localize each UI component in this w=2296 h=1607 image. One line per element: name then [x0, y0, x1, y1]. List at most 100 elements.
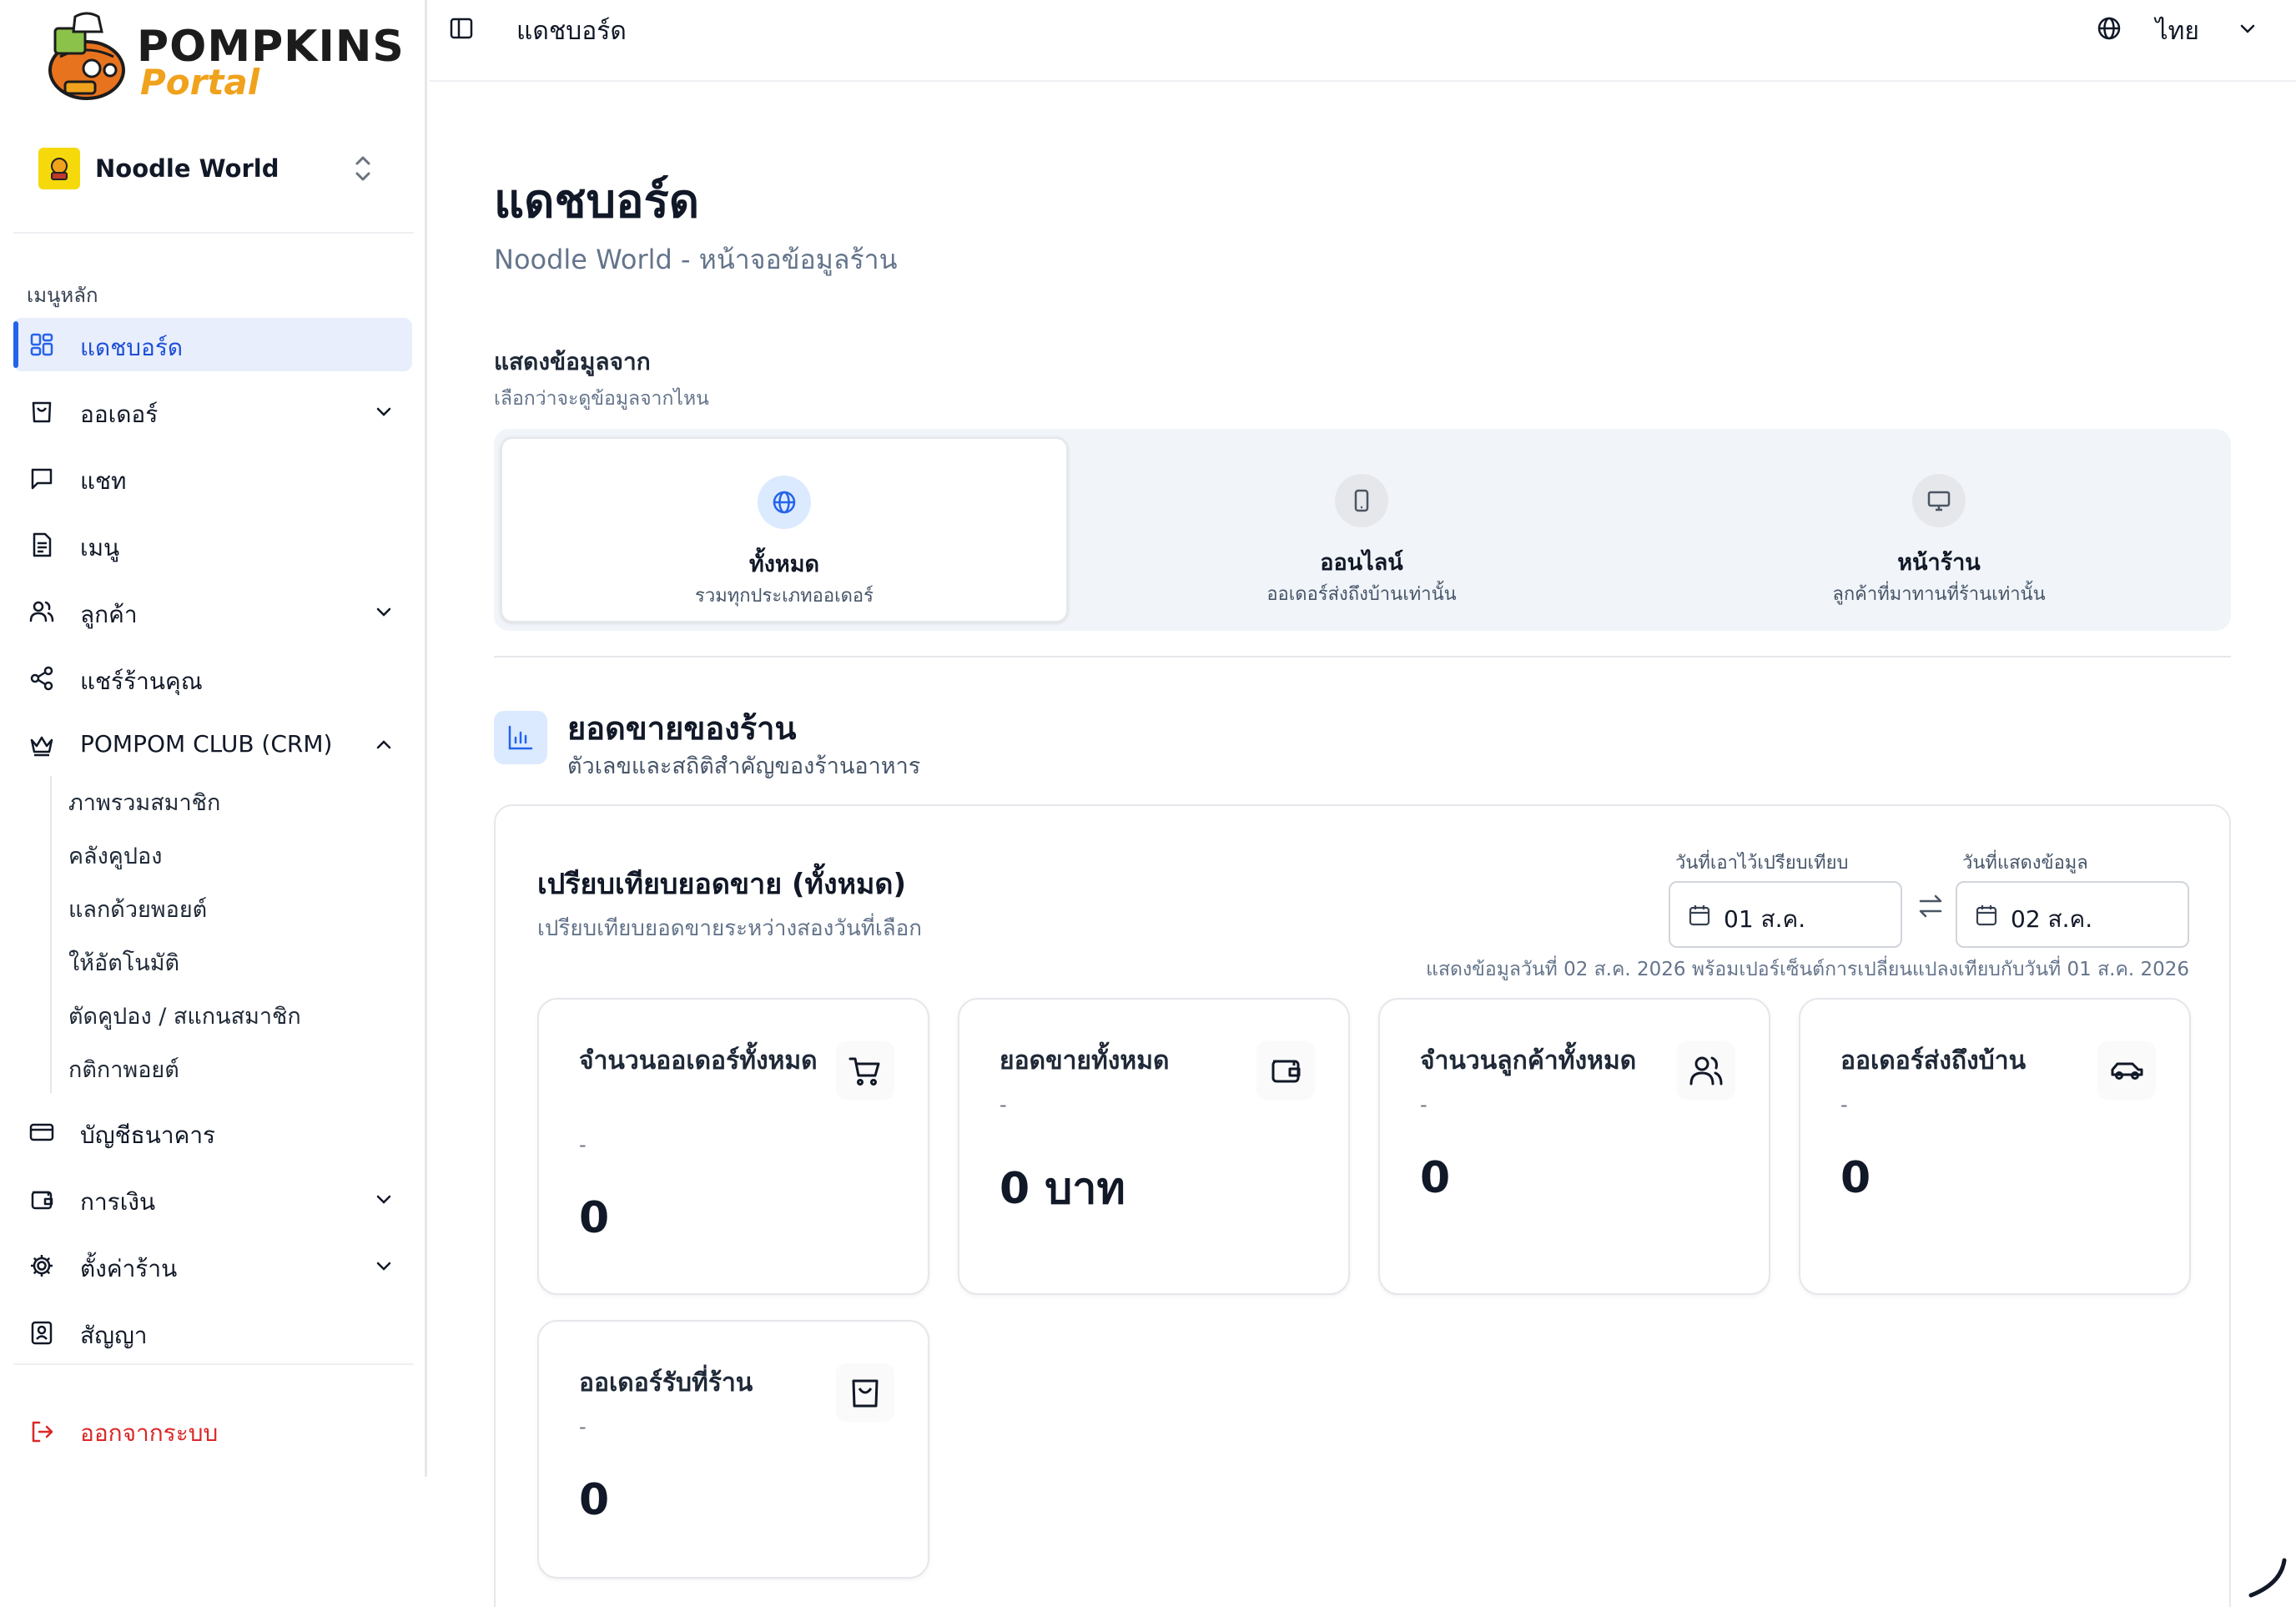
submenu-guide-line [50, 776, 52, 1093]
brand-subtitle: Portal [140, 62, 260, 103]
chevron-down-icon [376, 607, 391, 617]
section-divider [494, 656, 2231, 657]
pumpkin-mascot-icon [48, 12, 125, 100]
sidebar: POMPKINS Portal Noodle World เมนูหลัก แด… [0, 0, 427, 1477]
sidebar-item-bank-account[interactable]: บัญชีธนาคาร [13, 1106, 412, 1159]
calendar-icon [1976, 905, 1997, 926]
sidebar-item-crm[interactable]: POMPOM CLUB (CRM) [13, 718, 412, 772]
data-source-selector: ทั้งหมด รวมทุกประเภทออเดอร์ ออนไลน์ ออเด… [494, 429, 2231, 631]
compare-date-label: วันที่เอาไว้เปรียบเทียบ [1675, 853, 1849, 874]
data-source-option-description: ลูกค้าที่มาทานที่ร้านเท่านั้น [1832, 584, 2046, 605]
compare-date-value: 01 ส.ค. [1724, 905, 1806, 933]
page-title: แดชบอร์ด [494, 174, 700, 229]
data-source-option-all[interactable]: ทั้งหมด รวมทุกประเภทออเดอร์ [501, 437, 1068, 622]
chevron-up-down-icon [355, 156, 370, 181]
stat-card-label: ออเดอร์ส่งถึงบ้าน [1840, 1046, 2027, 1076]
stat-card-total-orders: จำนวนออเดอร์ทั้งหมด - 0 [537, 998, 929, 1295]
store-switcher[interactable]: Noodle World [27, 135, 394, 202]
sidebar-item-label: ตั้งค่าร้าน [80, 1255, 178, 1282]
globe-icon[interactable] [2096, 15, 2122, 42]
sidebar-divider [13, 1363, 414, 1365]
crm-sub-item-redeem-points[interactable]: แลกด้วยพอยต์ [68, 891, 207, 927]
store-avatar [38, 148, 80, 189]
display-date-label: วันที่แสดงข้อมูล [1962, 853, 2088, 874]
stat-card-delivery-orders: ออเดอร์ส่งถึงบ้าน - 0 [1799, 998, 2191, 1295]
page-subtitle: Noodle World - หน้าจอข้อมูลร้าน [494, 244, 898, 275]
wallet-icon [1256, 1041, 1315, 1100]
shopping-bag-icon [836, 1363, 894, 1422]
stat-card-value: 0 [579, 1193, 610, 1243]
sidebar-item-customers[interactable]: ลูกค้า [13, 585, 412, 638]
stat-card-total-customers: จำนวนลูกค้าทั้งหมด - 0 [1378, 998, 1770, 1295]
data-source-title: แสดงข้อมูลจาก [494, 348, 651, 375]
contract-icon [31, 1321, 53, 1345]
share-icon [30, 666, 53, 691]
stat-card-value: 0 [1840, 1153, 1871, 1203]
stat-card-total-sales: ยอดขายทั้งหมด - 0 บาท [958, 998, 1350, 1295]
sales-section-title: ยอดขายของร้าน [567, 710, 797, 747]
sidebar-item-store-settings[interactable]: ตั้งค่าร้าน [13, 1239, 412, 1292]
data-source-option-online[interactable]: ออนไลน์ ออเดอร์ส่งถึงบ้านเท่านั้น [1078, 437, 1645, 622]
sidebar-divider [13, 232, 414, 234]
store-logo-icon [51, 158, 68, 180]
stat-card-label: จำนวนออเดอร์ทั้งหมด [579, 1046, 818, 1076]
gear-icon [31, 1255, 53, 1277]
sidebar-item-label: ลูกค้า [80, 601, 138, 628]
display-date-picker[interactable]: 02 ส.ค. [1956, 881, 2189, 948]
wallet-icon [31, 1191, 53, 1210]
globe-icon [758, 476, 811, 529]
stat-card-change: - [579, 1133, 587, 1156]
car-icon [2097, 1041, 2156, 1100]
calendar-icon [1689, 905, 1710, 926]
sidebar-item-label: สัญญา [80, 1322, 148, 1349]
stat-card-label: ออเดอร์รับที่ร้าน [579, 1368, 753, 1398]
stat-card-value: 0 [579, 1475, 610, 1525]
document-icon [33, 532, 52, 557]
stat-card-value: 0 บาท [999, 1164, 1125, 1214]
stat-card-label: จำนวนลูกค้าทั้งหมด [1420, 1046, 1637, 1076]
sales-comparison-panel: เปรียบเทียบยอดขาย (ทั้งหมด) เปรียบเทียบย… [494, 804, 2231, 1607]
sidebar-item-label: POMPOM CLUB (CRM) [80, 730, 333, 758]
crm-sub-item-auto-give[interactable]: ให้อัตโนมัติ [68, 945, 179, 980]
sidebar-item-label: บัญชีธนาคาร [80, 1121, 216, 1149]
users-icon [29, 601, 54, 622]
sidebar-item-orders[interactable]: ออเดอร์ [13, 385, 412, 438]
data-source-option-label: หน้าร้าน [1897, 550, 1981, 576]
sidebar-item-dashboard[interactable]: แดชบอร์ด [13, 318, 412, 371]
comparison-description: เปรียบเทียบยอดขายระหว่างสองวันที่เลือก [537, 916, 923, 941]
shopping-bag-icon [32, 401, 52, 423]
crown-icon [30, 736, 53, 757]
mobile-icon [1335, 474, 1388, 527]
chevron-down-icon [376, 1195, 391, 1204]
crm-sub-item-coupon-store[interactable]: คลังคูปอง [68, 838, 162, 874]
swap-icon[interactable] [1914, 889, 1947, 923]
crm-sub-item-member-overview[interactable]: ภาพรวมสมาชิก [68, 784, 220, 820]
layout-grid-icon [30, 333, 53, 356]
sidebar-item-menu[interactable]: เมนู [13, 518, 412, 572]
chevron-down-icon [376, 1262, 391, 1271]
sidebar-item-label: การเงิน [80, 1188, 156, 1216]
breadcrumb: แดชบอร์ด [516, 17, 627, 46]
cart-icon [836, 1041, 894, 1100]
sidebar-section-label: เมนูหลัก [27, 284, 98, 307]
brand-logo[interactable]: POMPKINS Portal [43, 10, 404, 108]
credit-card-icon [29, 1123, 54, 1141]
sidebar-item-contract[interactable]: สัญญา [13, 1306, 412, 1359]
stat-card-label: ยอดขายทั้งหมด [999, 1046, 1170, 1076]
sidebar-item-label: เมนู [80, 534, 120, 562]
sidebar-toggle-icon[interactable] [448, 15, 475, 42]
sidebar-item-label: แชร์ร้านคุณ [80, 667, 203, 695]
data-source-description: เลือกว่าจะดูข้อมูลจากไหน [494, 388, 709, 410]
sidebar-item-chat[interactable]: แชท [13, 451, 412, 505]
chevron-up-icon [376, 740, 391, 749]
compare-date-picker[interactable]: 01 ส.ค. [1669, 881, 1902, 948]
loading-spinner-icon [2248, 1558, 2287, 1598]
data-source-option-in-store[interactable]: หน้าร้าน ลูกค้าที่มาทานที่ร้านเท่านั้น [1655, 437, 2223, 622]
sidebar-item-share-store[interactable]: แชร์ร้านคุณ [13, 652, 412, 705]
language-selector[interactable]: ไทย [2156, 12, 2199, 51]
logout-button[interactable]: ออกจากระบบ [13, 1405, 412, 1455]
crm-sub-item-point-rules[interactable]: กติกาพอยต์ [68, 1051, 179, 1087]
sidebar-item-finance[interactable]: การเงิน [13, 1172, 412, 1226]
crm-sub-item-scan-member[interactable]: ตัดคูปอง / สแกนสมาชิก [68, 998, 301, 1034]
chevron-down-icon[interactable] [2236, 17, 2259, 40]
